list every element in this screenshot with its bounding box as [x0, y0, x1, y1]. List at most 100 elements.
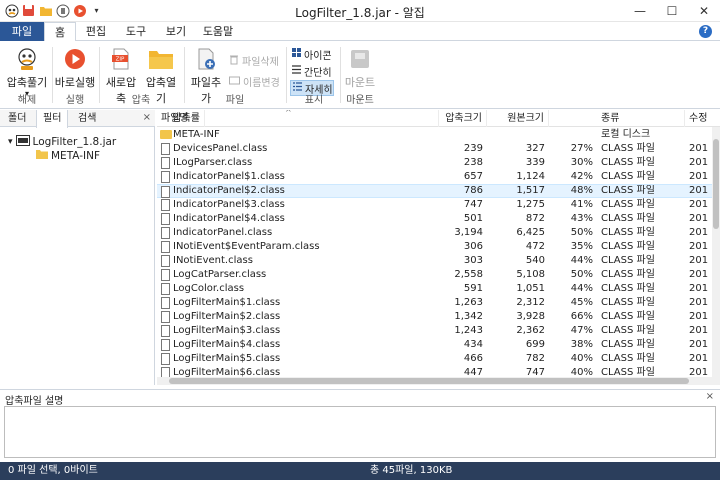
column-header-type[interactable]: 종류 — [597, 110, 685, 127]
type-cell: CLASS 파일 — [601, 255, 655, 266]
file-row[interactable]: LogFilterMain$3.class 1,243 2,362 47% CLASS … — [157, 324, 712, 338]
description-close-icon[interactable]: × — [706, 391, 714, 402]
file-row[interactable]: INotiEvent.class 303 540 44% CLASS 파일 201 — [157, 254, 712, 268]
type-cell: CLASS 파일 — [601, 297, 655, 308]
description-textbox[interactable] — [4, 406, 716, 458]
scroll-thumb[interactable] — [713, 139, 719, 229]
mount-button[interactable]: 마운트 — [342, 47, 378, 90]
file-name-cell: IndicatorPanel$2.class — [173, 185, 285, 196]
tree-collapse-icon[interactable]: ▾ — [8, 137, 13, 147]
ribbon-separator — [99, 47, 100, 103]
zip-file-icon: ZIP — [107, 47, 135, 71]
tree-item-label: LogFilter_1.8.jar — [32, 136, 117, 148]
mount-label: 마운트 — [344, 76, 376, 89]
ratio-cell: 40% — [570, 353, 593, 364]
view-icon-option[interactable]: 아이콘 — [290, 46, 334, 62]
ribbon-tabs: 파일 홈 편집 도구 보기 도움말 ? — [0, 22, 720, 42]
tab-filter[interactable]: 필터 — [36, 110, 69, 128]
file-row[interactable]: IndicatorPanel$1.class 657 1,124 42% CLASS 파… — [157, 170, 712, 184]
original-size-cell: 3,928 — [516, 311, 545, 322]
rename-label: 이름변경 — [243, 78, 280, 89]
file-icon — [161, 186, 170, 198]
file-row[interactable]: IndicatorPanel$3.class 747 1,275 41% CLASS 파… — [157, 198, 712, 212]
tab-file[interactable]: 파일 — [0, 22, 44, 41]
tab-tools[interactable]: 도구 — [120, 22, 152, 41]
zip-badge-text: ZIP — [116, 57, 125, 63]
folder-icon — [160, 130, 172, 139]
file-icon — [161, 241, 170, 253]
tree-item-label: META-INF — [51, 149, 101, 162]
column-header-compressed[interactable]: 압축크기 — [439, 110, 487, 127]
view-simple-option[interactable]: 간단히 — [290, 63, 334, 79]
type-cell: 로컬 디스크 — [601, 129, 651, 140]
group-label-mount: 마운트 — [346, 95, 374, 106]
run-button[interactable]: 바로실행 — [54, 47, 96, 90]
column-header-ratio[interactable]: 압축률 — [157, 110, 205, 127]
original-size-cell: 540 — [525, 255, 545, 266]
tab-view[interactable]: 보기 — [160, 22, 192, 41]
file-name-cell: LogFilterMain$5.class — [173, 353, 281, 364]
extract-button[interactable]: 압축풀기 ▾ — [4, 47, 50, 98]
group-mount: 마운트 마운트 — [342, 43, 378, 107]
file-list: 파일명 ^ 압축크기 원본크기 압축률 종류 수정 META-INF 로컬 디스크… — [157, 110, 720, 385]
minimize-icon[interactable]: — — [624, 0, 656, 22]
ratio-cell: 45% — [570, 297, 593, 308]
file-row[interactable]: LogCatParser.class 2,558 5,108 50% CLASS 파일 2… — [157, 268, 712, 282]
tab-home[interactable]: 홈 — [44, 22, 76, 42]
file-row[interactable]: LogColor.class 591 1,051 44% CLASS 파일 201 — [157, 282, 712, 296]
file-row[interactable]: DevicesPanel.class 239 327 27% CLASS 파일 201 — [157, 142, 712, 156]
scroll-thumb[interactable] — [169, 378, 689, 384]
ratio-cell: 35% — [570, 241, 593, 252]
file-row[interactable]: LogFilterMain$4.class 434 699 38% CLASS 파일 20… — [157, 338, 712, 352]
file-row[interactable]: INotiEvent$EventParam.class 306 472 35% CLAS… — [157, 240, 712, 254]
ratio-cell: 44% — [570, 283, 593, 294]
compressed-size-cell: 591 — [463, 283, 483, 294]
ratio-cell: 48% — [570, 185, 593, 196]
maximize-icon[interactable]: ☐ — [656, 0, 688, 22]
file-name-cell: INotiEvent.class — [173, 255, 253, 266]
run-label: 바로실행 — [54, 76, 96, 89]
rename-button[interactable]: 이름변경 — [229, 74, 280, 89]
file-row[interactable]: IndicatorPanel$2.class 786 1,517 48% CLASS 파… — [157, 184, 712, 198]
tab-folder[interactable]: 폴더 — [2, 110, 32, 127]
tab-edit[interactable]: 편집 — [80, 22, 112, 41]
vertical-scrollbar[interactable] — [712, 127, 720, 385]
type-cell: CLASS 파일 — [601, 157, 655, 168]
column-header-original[interactable]: 원본크기 — [487, 110, 549, 127]
file-row[interactable]: IndicatorPanel.class 3,194 6,425 50% CLASS 파… — [157, 226, 712, 240]
archive-description-panel: 압축파일 설명 × — [0, 389, 720, 461]
file-row[interactable]: IndicatorPanel$4.class 501 872 43% CLASS 파일 2… — [157, 212, 712, 226]
horizontal-scrollbar[interactable] — [157, 377, 712, 385]
tab-help[interactable]: 도움말 — [198, 22, 238, 41]
jar-archive-icon — [15, 135, 30, 149]
ratio-cell: 50% — [570, 269, 593, 280]
tab-search[interactable]: 검색 — [72, 110, 102, 127]
tree-item-meta-inf[interactable]: META-INF — [36, 149, 100, 162]
extract-icon — [13, 47, 41, 71]
close-icon[interactable]: ✕ — [688, 0, 720, 22]
file-row[interactable]: LogFilterMain$2.class 1,342 3,928 66% CLASS … — [157, 310, 712, 324]
help-icon[interactable]: ? — [699, 25, 712, 38]
left-panel-close-icon[interactable]: × — [143, 112, 151, 123]
trash-icon — [229, 54, 239, 68]
folder-row[interactable]: META-INF 로컬 디스크 — [157, 128, 712, 142]
ribbon-separator — [286, 47, 287, 103]
compressed-size-cell: 2,558 — [454, 269, 483, 280]
compressed-size-cell: 1,342 — [454, 311, 483, 322]
tree-item-archive[interactable]: ▾ LogFilter_1.8.jar — [8, 135, 116, 149]
file-row[interactable]: LogFilterMain$1.class 1,263 2,312 45% CLASS … — [157, 296, 712, 310]
column-header-modified[interactable]: 수정 — [685, 110, 720, 127]
ratio-cell: 41% — [570, 199, 593, 210]
file-name-cell: LogFilterMain$4.class — [173, 339, 281, 350]
ratio-cell: 30% — [570, 157, 593, 168]
delete-file-button[interactable]: 파일삭제 — [229, 53, 279, 68]
compressed-size-cell: 434 — [463, 339, 483, 350]
compressed-size-cell: 466 — [463, 353, 483, 364]
add-file-icon — [192, 47, 220, 71]
file-row[interactable]: LogFilterMain$5.class 466 782 40% CLASS 파일 20… — [157, 352, 712, 366]
compressed-size-cell: 657 — [463, 171, 483, 182]
original-size-cell: 1,124 — [516, 171, 545, 182]
group-label-extract: 해제 — [17, 95, 37, 106]
ribbon-separator — [184, 47, 185, 103]
file-row[interactable]: ILogParser.class 238 339 30% CLASS 파일 201 — [157, 156, 712, 170]
